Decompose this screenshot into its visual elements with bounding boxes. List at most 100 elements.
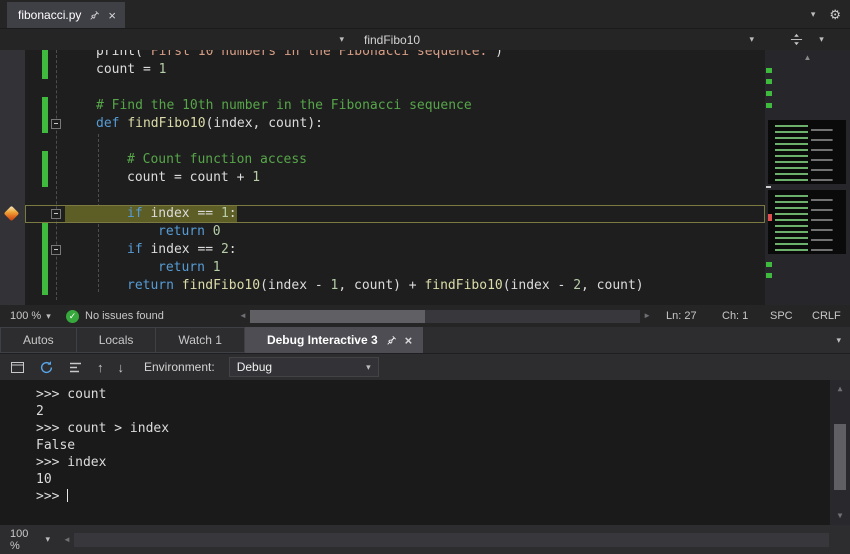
column-indicator[interactable]: Ch: 1 — [710, 310, 758, 322]
zoom-control[interactable]: 100 % ▾ — [0, 528, 60, 552]
code-line[interactable]: if index == 2: — [25, 241, 765, 259]
issues-indicator[interactable]: ✓ No issues found — [66, 310, 236, 323]
code-text: def findFibo10(index, count): — [96, 115, 323, 133]
code-line[interactable]: def findFibo10(index, count): — [25, 115, 765, 133]
code-area[interactable]: print("First 10 numbers in the Fibonacci… — [25, 50, 765, 305]
tab-overflow-control: ▾ — [836, 327, 841, 353]
code-line[interactable]: if index == 1: — [25, 205, 765, 223]
code-text: if index == 1: — [65, 205, 237, 223]
close-icon[interactable]: × — [405, 334, 413, 347]
editor-indicators: Ln: 27 Ch: 1 SPC CRLF — [654, 310, 850, 322]
change-mark — [766, 91, 772, 96]
scroll-down-icon[interactable]: ▼ — [830, 512, 850, 520]
history-next-icon[interactable]: ↓ — [118, 360, 125, 375]
scrollbar-thumb[interactable] — [250, 310, 426, 323]
console-line: >>> — [36, 488, 824, 505]
navigation-bar: ▾ findFibo10 ▾ ▾ — [0, 28, 850, 50]
code-line[interactable]: print("First 10 numbers in the Fibonacci… — [25, 50, 765, 61]
chevron-down-icon[interactable]: ▾ — [811, 10, 816, 19]
tab-fibonacci-py[interactable]: fibonacci.py × — [7, 2, 125, 28]
minimap-code-lines — [771, 193, 843, 251]
pin-icon[interactable] — [89, 10, 100, 21]
change-indicator — [42, 115, 48, 133]
scroll-left-icon[interactable]: ◄ — [236, 312, 250, 320]
window-controls: ▾ ⚙ — [811, 0, 841, 28]
collapse-toggle-icon[interactable] — [51, 119, 61, 129]
scroll-up-icon[interactable]: ▲ — [765, 53, 850, 62]
environment-select[interactable]: Debug ▾ — [229, 357, 379, 377]
tab-label: Locals — [99, 333, 134, 347]
spaces-indicator[interactable]: SPC — [758, 310, 800, 322]
minimap-code-lines — [771, 123, 843, 181]
tab-watch-1[interactable]: Watch 1 — [156, 327, 245, 353]
minimap-scrollbar[interactable]: ▲ — [765, 50, 850, 305]
history-previous-icon[interactable]: ↑ — [97, 360, 104, 375]
line-indicator[interactable]: Ln: 27 — [654, 310, 710, 322]
change-indicator — [42, 241, 48, 259]
vertical-scrollbar[interactable]: ▲ ▼ — [830, 380, 850, 525]
clear-screen-icon[interactable] — [68, 360, 83, 375]
text-cursor — [67, 489, 68, 502]
environment-value: Debug — [237, 360, 366, 374]
glyph-margin[interactable] — [0, 50, 25, 305]
current-line-mark — [766, 186, 771, 188]
code-line[interactable]: count = count + 1 — [25, 169, 765, 187]
settings-gear-icon[interactable]: ⚙ — [829, 8, 841, 21]
minimap-code-preview — [768, 120, 846, 184]
issues-text: No issues found — [85, 310, 164, 322]
code-line[interactable]: return findFibo10(index - 1, count) + fi… — [25, 277, 765, 295]
scroll-up-icon[interactable]: ▲ — [830, 385, 850, 393]
console-line: 2 — [36, 403, 824, 420]
change-indicator — [42, 151, 48, 169]
code-line[interactable] — [25, 79, 765, 97]
reset-icon[interactable] — [39, 360, 54, 375]
code-text: print("First 10 numbers in the Fibonacci… — [96, 50, 503, 61]
zoom-control[interactable]: 100 % ▾ — [0, 310, 66, 322]
code-line[interactable]: return 1 — [25, 259, 765, 277]
code-line[interactable]: # Count function access — [25, 151, 765, 169]
tab-debug-interactive-3[interactable]: Debug Interactive 3 × — [245, 327, 423, 353]
change-indicator — [42, 169, 48, 187]
interactive-output: >>> count2>>> count > indexFalse>>> inde… — [36, 386, 824, 505]
scroll-left-icon[interactable]: ◄ — [60, 536, 74, 544]
code-text: count = 1 — [96, 61, 166, 79]
chevron-down-icon: ▾ — [749, 35, 754, 44]
console-line: 10 — [36, 471, 824, 488]
navbar-member-dropdown[interactable]: findFibo10 ▾ — [352, 29, 764, 50]
horizontal-scrollbar[interactable]: ◄ ► — [236, 305, 654, 327]
collapse-toggle-icon[interactable] — [51, 245, 61, 255]
console-line: >>> count > index — [36, 420, 824, 437]
tab-locals[interactable]: Locals — [77, 327, 157, 353]
split-window-icon[interactable] — [790, 33, 803, 46]
member-name: findFibo10 — [364, 33, 749, 47]
code-editor[interactable]: print("First 10 numbers in the Fibonacci… — [0, 50, 850, 305]
line-ending-indicator[interactable]: CRLF — [800, 310, 850, 322]
collapse-toggle-icon[interactable] — [51, 209, 61, 219]
code-line[interactable]: # Find the 10th number in the Fibonacci … — [25, 97, 765, 115]
scrollbar-track[interactable] — [74, 533, 829, 547]
close-icon[interactable]: × — [108, 9, 116, 22]
scroll-right-icon[interactable]: ► — [640, 312, 654, 320]
tab-label: Autos — [23, 333, 54, 347]
chevron-down-icon: ▾ — [46, 312, 51, 321]
scrollbar-track[interactable] — [250, 310, 640, 323]
chevron-down-icon[interactable]: ▾ — [836, 336, 841, 345]
code-line[interactable] — [25, 187, 765, 205]
code-line[interactable]: return 0 — [25, 223, 765, 241]
chevron-down-icon[interactable]: ▾ — [819, 35, 824, 44]
navbar-scope-dropdown[interactable]: ▾ — [0, 29, 352, 50]
scrollbar-thumb[interactable] — [834, 424, 846, 490]
new-interactive-window-icon[interactable] — [10, 360, 25, 375]
editor-controls: ▾ — [764, 33, 850, 46]
console-line: False — [36, 437, 824, 454]
zoom-level: 100 % — [10, 528, 40, 552]
interactive-console[interactable]: >>> count2>>> count > indexFalse>>> inde… — [0, 380, 850, 525]
pin-icon[interactable] — [386, 335, 397, 346]
breakpoint-icon[interactable] — [4, 206, 20, 222]
code-line[interactable] — [25, 133, 765, 151]
vs-window: fibonacci.py × ▾ ⚙ ▾ findFibo10 ▾ ▾ prin… — [0, 0, 850, 554]
code-line[interactable]: count = 1 — [25, 61, 765, 79]
tab-autos[interactable]: Autos — [0, 327, 77, 353]
change-mark — [766, 273, 772, 278]
change-indicator — [42, 223, 48, 241]
